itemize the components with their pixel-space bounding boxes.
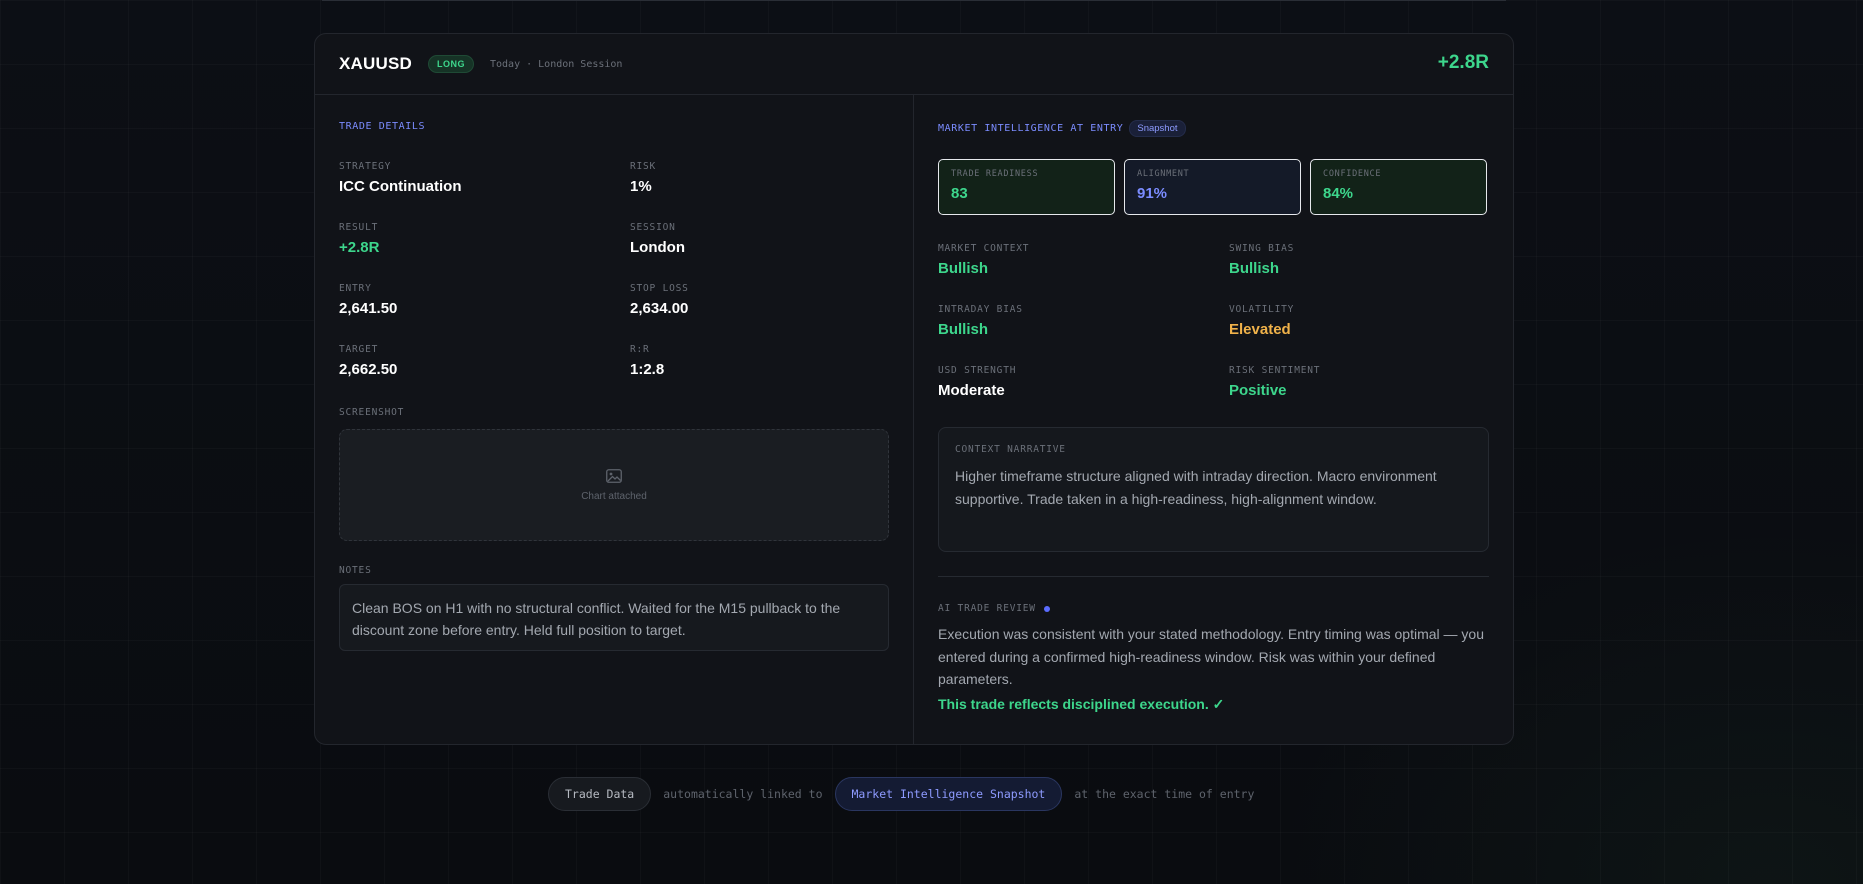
field-value: Bullish — [938, 260, 989, 277]
direction-badge: LONG — [428, 55, 474, 73]
market-snapshot-pill: Market Intelligence Snapshot — [834, 777, 1063, 811]
trade-card: XAUUSD LONG Today · London Session +2.8R… — [314, 33, 1514, 745]
field-value: Bullish — [1229, 260, 1280, 277]
screenshot-label: SCREENSHOT — [339, 407, 405, 418]
field-value: Elevated — [1229, 321, 1291, 338]
snapshot-badge: Snapshot — [1129, 120, 1186, 137]
field-value: 2,634.00 — [630, 300, 689, 317]
field-value: 1:2.8 — [630, 361, 665, 378]
ai-review-verdict: This trade reflects disciplined executio… — [938, 696, 1225, 712]
field-label: ENTRY — [339, 283, 372, 294]
session-info: Today · London Session — [490, 58, 623, 70]
metric-value: 83 — [951, 185, 968, 202]
field-label: R:R — [630, 344, 650, 355]
field-label: VOLATILITY — [1229, 304, 1295, 315]
screenshot-dropzone[interactable]: Chart attached — [339, 429, 889, 541]
field-label: STOP LOSS — [630, 283, 689, 294]
field-intraday-bias: INTRADAY BIAS Bullish — [938, 304, 1023, 338]
ai-review-label: AI TRADE REVIEW — [938, 603, 1036, 614]
trade-details-panel: TRADE DETAILS STRATEGY ICC Continuation … — [315, 95, 914, 744]
status-dot-icon — [1043, 605, 1050, 612]
symbol-title: XAUUSD — [339, 54, 412, 73]
trade-data-pill: Trade Data — [548, 777, 652, 811]
metric-row: TRADE READINESS 83 ALIGNMENT 91% CONFIDE… — [938, 159, 1487, 215]
notes-field[interactable]: Clean BOS on H1 with no structural confl… — [339, 584, 889, 651]
field-value: 2,641.50 — [339, 300, 398, 317]
market-intel-title: MARKET INTELLIGENCE AT ENTRY — [938, 123, 1124, 134]
field-value: 1% — [630, 178, 652, 195]
metric-label: TRADE READINESS — [951, 169, 1039, 179]
top-divider — [322, 0, 1506, 1]
field-value: Positive — [1229, 382, 1287, 399]
field-strategy: STRATEGY ICC Continuation — [339, 161, 461, 195]
field-value: ICC Continuation — [339, 178, 462, 195]
field-risk: RISK 1% — [630, 161, 656, 195]
field-label: RISK SENTIMENT — [1229, 365, 1321, 376]
field-label: RESULT — [339, 222, 379, 233]
field-label: USD STRENGTH — [938, 365, 1017, 376]
ai-review-text: Execution was consistent with your state… — [938, 626, 1484, 687]
field-result: RESULT +2.8R — [339, 222, 379, 256]
field-value: Moderate — [938, 382, 1005, 399]
section-divider — [938, 576, 1489, 577]
field-session: SESSION London — [630, 222, 685, 256]
field-risk-sentiment: RISK SENTIMENT Positive — [1229, 365, 1320, 399]
field-rr: R:R 1:2.8 — [630, 344, 664, 378]
narrative-label: CONTEXT NARRATIVE — [955, 444, 1066, 455]
field-label: SWING BIAS — [1229, 243, 1295, 254]
footer-middle-text: automatically linked to — [663, 787, 823, 801]
screenshot-caption: Chart attached — [581, 490, 647, 502]
metric-confidence: CONFIDENCE 84% — [1310, 159, 1487, 215]
field-target: TARGET 2,662.50 — [339, 344, 397, 378]
field-label: STRATEGY — [339, 161, 392, 172]
metric-value: 91% — [1137, 185, 1168, 202]
field-usd-strength: USD STRENGTH Moderate — [938, 365, 1016, 399]
ai-review-header: AI TRADE REVIEW — [938, 603, 1050, 614]
market-intel-header: MARKET INTELLIGENCE AT ENTRY Snapshot — [938, 120, 1186, 137]
field-volatility: VOLATILITY Elevated — [1229, 304, 1294, 338]
field-market-context: MARKET CONTEXT Bullish — [938, 243, 1029, 277]
field-stop-loss: STOP LOSS 2,634.00 — [630, 283, 689, 317]
metric-value: 84% — [1323, 185, 1354, 202]
footer-end-text: at the exact time of entry — [1074, 787, 1255, 801]
market-intel-panel: MARKET INTELLIGENCE AT ENTRY Snapshot TR… — [914, 95, 1513, 744]
trade-details-title: TRADE DETAILS — [339, 121, 426, 132]
header-result: +2.8R — [1437, 52, 1489, 73]
field-swing-bias: SWING BIAS Bullish — [1229, 243, 1294, 277]
field-value: London — [630, 239, 685, 256]
field-value: 2,662.50 — [339, 361, 398, 378]
metric-trade-readiness: TRADE READINESS 83 — [938, 159, 1115, 215]
field-value: Bullish — [938, 321, 989, 338]
trade-card-header: XAUUSD LONG Today · London Session +2.8R — [315, 34, 1513, 95]
field-label: SESSION — [630, 222, 676, 233]
field-label: RISK — [630, 161, 657, 172]
field-label: INTRADAY BIAS — [938, 304, 1023, 315]
metric-alignment: ALIGNMENT 91% — [1124, 159, 1301, 215]
image-icon — [606, 468, 622, 483]
field-entry: ENTRY 2,641.50 — [339, 283, 397, 317]
field-label: MARKET CONTEXT — [938, 243, 1030, 254]
metric-label: ALIGNMENT — [1137, 169, 1190, 179]
narrative-text: Higher timeframe structure aligned with … — [955, 468, 1437, 507]
field-label: TARGET — [339, 344, 379, 355]
notes-label: NOTES — [339, 565, 372, 576]
field-value: +2.8R — [339, 239, 380, 256]
metric-label: CONFIDENCE — [1323, 169, 1382, 179]
context-narrative: CONTEXT NARRATIVE Higher timeframe struc… — [938, 427, 1489, 552]
footer-caption: Trade Data automatically linked to Marke… — [548, 777, 1254, 811]
